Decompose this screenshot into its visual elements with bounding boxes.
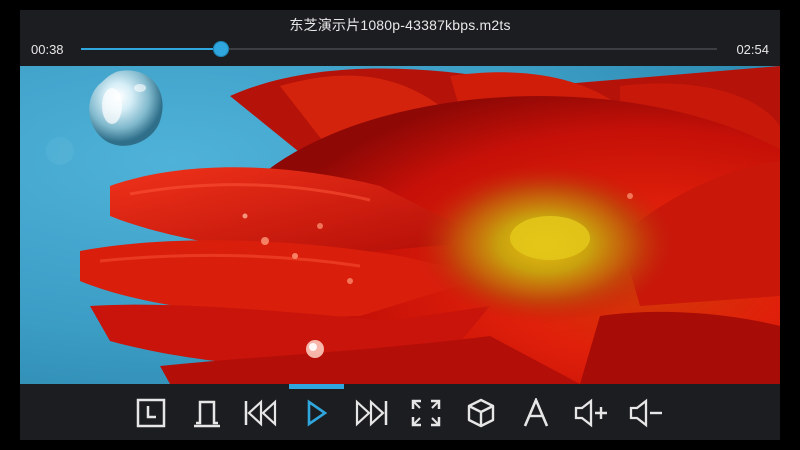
video-player: 东芝演示片1080p-43387kbps.m2ts 00:38 02:54 (20, 10, 780, 440)
3d-cube-icon (467, 398, 495, 428)
total-duration: 02:54 (736, 42, 769, 57)
selected-control-indicator (289, 384, 344, 389)
volume-down-icon (629, 398, 662, 428)
subtitle-button[interactable] (517, 398, 555, 428)
previous-icon (244, 399, 277, 427)
control-bar (20, 384, 780, 440)
fullscreen-button[interactable] (407, 398, 445, 428)
clock-icon (136, 398, 166, 428)
previous-button[interactable] (242, 398, 280, 428)
video-frame-red-flower-image (20, 66, 780, 384)
seek-bar-progress (81, 48, 221, 50)
current-time: 00:38 (31, 42, 64, 57)
subtitle-letter-a-icon (523, 398, 549, 427)
volume-up-button[interactable] (572, 398, 610, 428)
volume-down-button[interactable] (627, 398, 665, 428)
seek-bar[interactable] (81, 41, 717, 57)
seek-bar-thumb[interactable] (212, 41, 229, 57)
play-icon (307, 399, 328, 427)
clock-button[interactable] (132, 398, 170, 428)
top-bar: 东芝演示片1080p-43387kbps.m2ts 00:38 02:54 (20, 10, 780, 66)
fullscreen-icon (411, 399, 441, 427)
video-title: 东芝演示片1080p-43387kbps.m2ts (289, 17, 511, 33)
video-frame[interactable] (20, 66, 780, 384)
audio-track-button[interactable] (187, 398, 225, 428)
volume-up-icon (574, 398, 607, 428)
audio-track-icon (194, 400, 220, 428)
next-icon (355, 399, 388, 427)
next-button[interactable] (352, 398, 390, 428)
3d-button[interactable] (462, 398, 500, 428)
play-button[interactable] (297, 398, 335, 428)
